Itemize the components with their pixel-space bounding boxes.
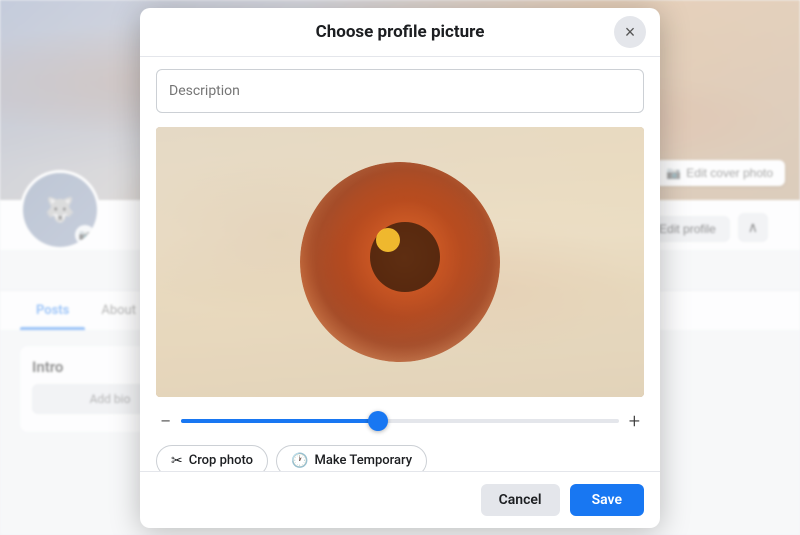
crop-icon: ✂ bbox=[171, 453, 183, 469]
modal-overlay: Choose profile picture × bbox=[0, 0, 800, 535]
zoom-out-button[interactable]: − bbox=[160, 411, 171, 431]
zoom-slider-container: − + bbox=[156, 411, 644, 431]
modal-footer: Cancel Save bbox=[140, 471, 660, 528]
slider-fill bbox=[181, 419, 378, 423]
crop-actions: ✂ Crop photo 🕐 Make Temporary bbox=[156, 445, 644, 471]
crop-circle-inner bbox=[300, 162, 500, 362]
crop-circle[interactable] bbox=[300, 162, 500, 362]
make-temporary-button[interactable]: 🕐 Make Temporary bbox=[276, 445, 427, 471]
clock-icon: 🕐 bbox=[291, 453, 308, 469]
zoom-slider-track[interactable] bbox=[181, 419, 618, 423]
modal-body: − + ✂ Crop photo 🕐 Make Temporary bbox=[140, 57, 660, 471]
slider-thumb[interactable] bbox=[368, 411, 388, 431]
save-button[interactable]: Save bbox=[570, 484, 644, 516]
close-button[interactable]: × bbox=[614, 16, 646, 48]
zoom-in-button[interactable]: + bbox=[629, 411, 640, 431]
modal-header: Choose profile picture × bbox=[140, 8, 660, 57]
cancel-button[interactable]: Cancel bbox=[481, 484, 560, 516]
description-input[interactable] bbox=[156, 69, 644, 113]
choose-profile-picture-modal: Choose profile picture × bbox=[140, 8, 660, 528]
modal-title: Choose profile picture bbox=[316, 22, 485, 42]
crop-photo-button[interactable]: ✂ Crop photo bbox=[156, 445, 268, 471]
crop-area bbox=[156, 127, 644, 397]
